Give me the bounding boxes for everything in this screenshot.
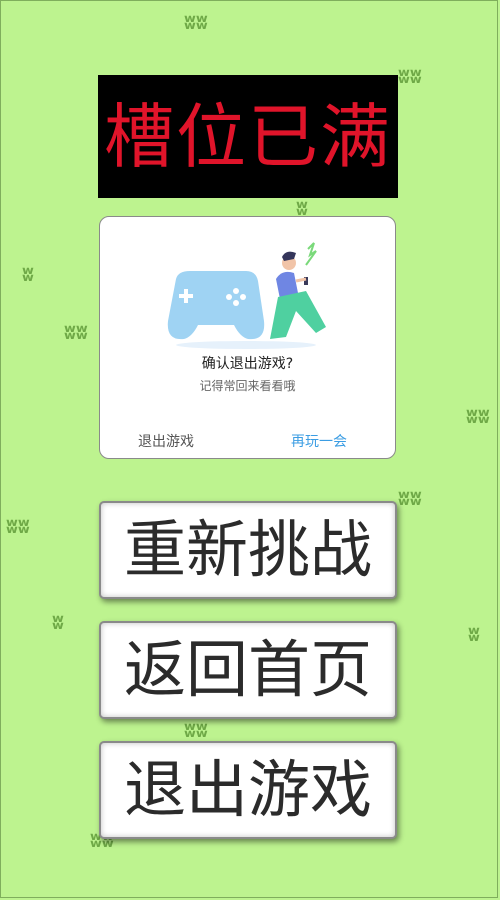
grass-decoration-icon: ʬ — [52, 610, 64, 634]
slots-full-banner: 槽位已满 — [98, 75, 398, 198]
home-button[interactable]: 返回首页 — [99, 621, 397, 719]
grass-decoration-icon: ʬ — [468, 622, 480, 646]
grass-decoration-icon: ʬʬ — [398, 64, 422, 88]
grass-decoration-icon: ʬʬ — [184, 10, 208, 34]
home-button-label: 返回首页 — [123, 633, 372, 706]
grass-decoration-icon: ʬʬ — [184, 718, 208, 742]
dialog-title: 确认退出游戏? — [201, 356, 294, 372]
grass-decoration-icon: ʬʬ — [64, 320, 88, 344]
grass-decoration-icon: ʬʬ — [398, 486, 422, 510]
dialog-subtitle: 记得常回来看看哦 — [199, 379, 296, 393]
restart-button[interactable]: 重新挑战 — [99, 501, 397, 599]
grass-decoration-icon: ʬʬ — [466, 404, 490, 428]
dialog-replay-button[interactable]: 再玩一会 — [291, 431, 347, 451]
banner-text: 槽位已满 — [104, 95, 392, 178]
exit-game-button[interactable]: 退出游戏 — [99, 741, 397, 839]
restart-button-label: 重新挑战 — [123, 513, 372, 586]
grass-decoration-icon: ʬ — [296, 196, 308, 220]
gamepad-person-illustration — [167, 242, 326, 349]
grass-decoration-icon: ʬʬ — [6, 514, 30, 538]
dialog-exit-button[interactable]: 退出游戏 — [138, 431, 194, 451]
exit-confirm-dialog: 确认退出游戏? 记得常回来看看哦 退出游戏 再玩一会 — [99, 216, 396, 459]
grass-decoration-icon: ʬ — [22, 262, 34, 286]
exit-game-button-label: 退出游戏 — [123, 753, 372, 826]
